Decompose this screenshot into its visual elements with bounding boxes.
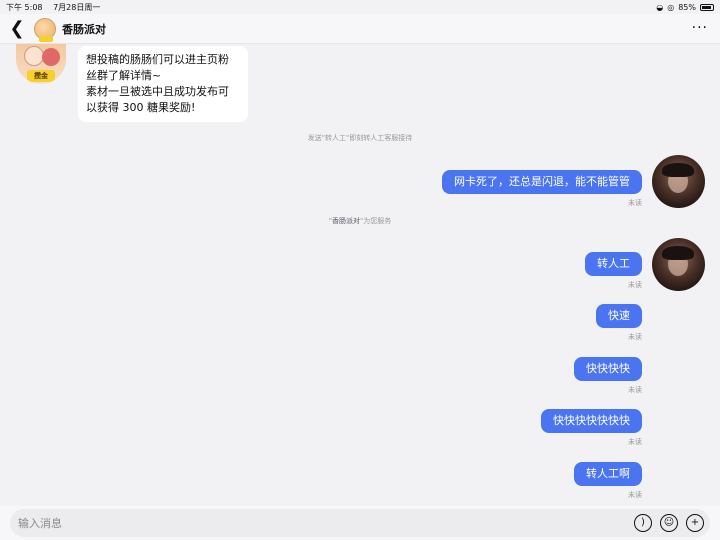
chat-area[interactable]: 攒金 想投稿的肠肠们可以进主页粉 丝群了解详情~ 素材一旦被选中且成功发布可 以… bbox=[0, 44, 720, 506]
status-date: 7月28日周一 bbox=[53, 2, 101, 12]
location-icon: ◎ bbox=[667, 2, 675, 12]
plus-icon[interactable]: + bbox=[686, 514, 704, 532]
message-line: 丝群了解详情~ bbox=[86, 69, 162, 82]
emoji-icon[interactable]: ☺ bbox=[660, 514, 678, 532]
outgoing-message[interactable]: 转人工 未读 bbox=[585, 252, 642, 290]
input-bar: ) ☺ + bbox=[0, 506, 720, 540]
message-bubble[interactable]: 快速 bbox=[596, 304, 642, 328]
chevron-left-icon: ❮ bbox=[9, 18, 25, 39]
more-dots-icon[interactable]: ··· bbox=[692, 20, 708, 36]
status-time: 下午 5:08 bbox=[6, 2, 43, 12]
message-bubble[interactable]: 转人工啊 bbox=[574, 462, 642, 486]
user-avatar[interactable] bbox=[652, 238, 705, 291]
chat-avatar[interactable] bbox=[34, 17, 56, 42]
read-status: 未读 bbox=[628, 333, 642, 341]
user-avatar[interactable] bbox=[652, 155, 705, 208]
nav-bar: ❮ 香肠派对 ··· bbox=[0, 14, 720, 44]
read-status: 未读 bbox=[628, 199, 642, 207]
outgoing-message[interactable]: 快速 未读 bbox=[596, 304, 642, 342]
chat-title: 香肠派对 bbox=[62, 22, 106, 36]
transfer-hint: 发送"转人工"即刻转人工客服接待 bbox=[307, 134, 413, 142]
service-note: "香肠派对"为您服务 bbox=[0, 216, 720, 226]
incoming-message[interactable]: 想投稿的肠肠们可以进主页粉 丝群了解详情~ 素材一旦被选中且成功发布可 以获得 … bbox=[78, 46, 248, 122]
status-right: ◒ ◎ 85% bbox=[656, 3, 714, 12]
message-line: 素材一旦被选中且成功发布可 bbox=[86, 85, 229, 98]
message-bubble[interactable]: 转人工 bbox=[585, 252, 642, 276]
message-bubble[interactable]: 网卡死了，还总是闪退，能不能管管 bbox=[442, 170, 642, 194]
avatar-tag bbox=[39, 35, 53, 42]
status-left: 下午 5:08 7月28日周一 bbox=[6, 2, 108, 13]
service-note-suffix: "为您服务 bbox=[360, 217, 392, 225]
message-bubble[interactable]: 快快快快快快快 bbox=[541, 409, 642, 433]
bot-avatar[interactable]: 攒金 bbox=[16, 44, 66, 84]
back-button[interactable]: ❮ bbox=[0, 14, 34, 44]
message-input[interactable] bbox=[18, 509, 618, 537]
outgoing-message[interactable]: 快快快快 未读 bbox=[574, 357, 642, 395]
read-status: 未读 bbox=[628, 491, 642, 499]
service-name[interactable]: 香肠派对 bbox=[332, 217, 360, 225]
message-line: 想投稿的肠肠们可以进主页粉 bbox=[86, 53, 229, 66]
read-status: 未读 bbox=[628, 281, 642, 289]
outgoing-message[interactable]: 快快快快快快快 未读 bbox=[541, 409, 642, 447]
status-bar: 下午 5:08 7月28日周一 ◒ ◎ 85% bbox=[0, 0, 720, 14]
avatar-face-secondary bbox=[42, 48, 60, 66]
avatar-face bbox=[24, 46, 44, 66]
voice-icon[interactable]: ) bbox=[634, 514, 652, 532]
read-status: 未读 bbox=[628, 386, 642, 394]
outgoing-message[interactable]: 网卡死了，还总是闪退，能不能管管 未读 bbox=[442, 170, 642, 208]
outgoing-message[interactable]: 转人工啊 未读 bbox=[574, 462, 642, 500]
message-bubble[interactable]: 快快快快 bbox=[574, 357, 642, 381]
avatar-badge: 攒金 bbox=[27, 70, 55, 82]
wifi-icon: ◒ bbox=[656, 2, 664, 12]
battery-percent: 85% bbox=[678, 2, 696, 12]
read-status: 未读 bbox=[628, 438, 642, 446]
message-line: 以获得 300 糖果奖励! bbox=[86, 101, 196, 114]
input-box: ) ☺ + bbox=[10, 509, 710, 537]
battery-icon bbox=[700, 3, 714, 11]
